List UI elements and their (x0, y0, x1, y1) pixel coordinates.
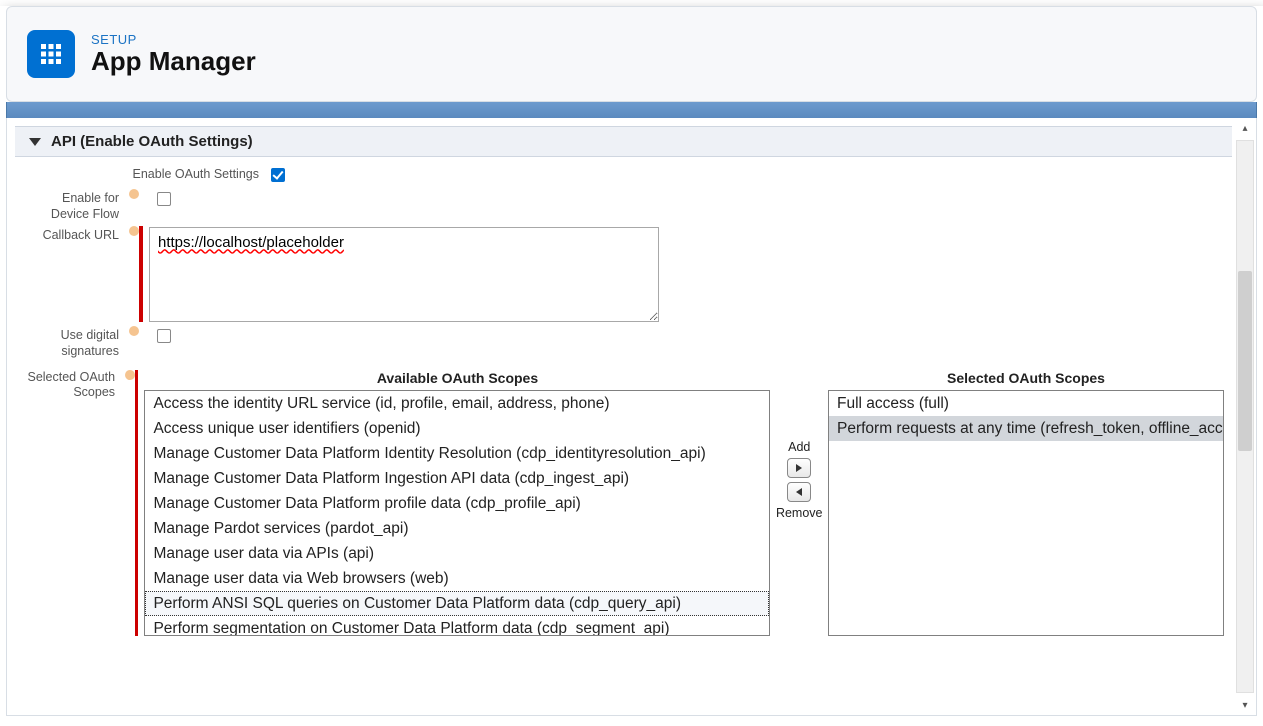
remove-button[interactable] (787, 482, 811, 502)
list-item[interactable]: Perform ANSI SQL queries on Customer Dat… (145, 591, 769, 616)
add-label: Add (788, 440, 810, 454)
help-icon[interactable] (129, 326, 139, 336)
list-item[interactable]: Access unique user identifiers (openid) (145, 416, 769, 441)
help-icon[interactable] (129, 189, 139, 199)
enable-device-flow-checkbox[interactable] (157, 192, 171, 206)
list-item[interactable]: Manage Customer Data Platform Ingestion … (145, 466, 769, 491)
page-title: App Manager (91, 47, 256, 76)
available-scopes-title: Available OAuth Scopes (144, 370, 770, 386)
section-title: API (Enable OAuth Settings) (51, 133, 253, 150)
list-item[interactable]: Access the identity URL service (id, pro… (145, 391, 769, 416)
callback-url-input[interactable] (149, 227, 659, 322)
list-item[interactable]: Manage user data via APIs (api) (145, 541, 769, 566)
list-item[interactable]: Perform segmentation on Customer Data Pl… (145, 616, 769, 636)
app-launcher-icon (27, 30, 75, 78)
list-item[interactable]: Manage Customer Data Platform Identity R… (145, 441, 769, 466)
scroll-thumb[interactable] (1238, 271, 1252, 451)
page-scrollbar[interactable]: ▴ ▾ (1236, 118, 1254, 715)
selected-scopes-listbox[interactable]: Full access (full)Perform requests at an… (828, 390, 1224, 636)
list-item[interactable]: Perform requests at any time (refresh_to… (829, 416, 1223, 441)
selected-scopes-title: Selected OAuth Scopes (828, 370, 1224, 386)
required-indicator (139, 226, 143, 322)
scroll-up-icon[interactable]: ▴ (1236, 118, 1254, 138)
scroll-track[interactable] (1236, 140, 1254, 693)
section-header-api[interactable]: API (Enable OAuth Settings) (15, 126, 1232, 157)
required-indicator (135, 370, 139, 636)
use-digital-signatures-label: Use digital signatures (23, 326, 127, 359)
callback-url-label: Callback URL (23, 226, 127, 244)
list-item[interactable]: Manage Customer Data Platform profile da… (145, 491, 769, 516)
help-icon[interactable] (129, 226, 139, 236)
selected-oauth-scopes-label: Selected OAuth Scopes (23, 370, 123, 401)
enable-oauth-label: Enable OAuth Settings (23, 165, 267, 183)
list-item[interactable]: Full access (full) (829, 391, 1223, 416)
enable-oauth-checkbox[interactable] (271, 168, 285, 182)
use-digital-signatures-checkbox[interactable] (157, 329, 171, 343)
add-button[interactable] (787, 458, 811, 478)
breadcrumb: SETUP (91, 32, 256, 47)
scroll-down-icon[interactable]: ▾ (1236, 695, 1254, 715)
page-header: SETUP App Manager (6, 6, 1257, 102)
available-scopes-listbox[interactable]: Access the identity URL service (id, pro… (144, 390, 770, 636)
list-item[interactable]: Manage user data via Web browsers (web) (145, 566, 769, 591)
enable-device-flow-label: Enable for Device Flow (23, 189, 127, 222)
remove-label: Remove (776, 506, 823, 520)
chevron-down-icon[interactable] (29, 138, 41, 146)
list-item[interactable]: Manage Pardot services (pardot_api) (145, 516, 769, 541)
decorative-band (6, 102, 1257, 118)
help-icon[interactable] (125, 370, 135, 380)
